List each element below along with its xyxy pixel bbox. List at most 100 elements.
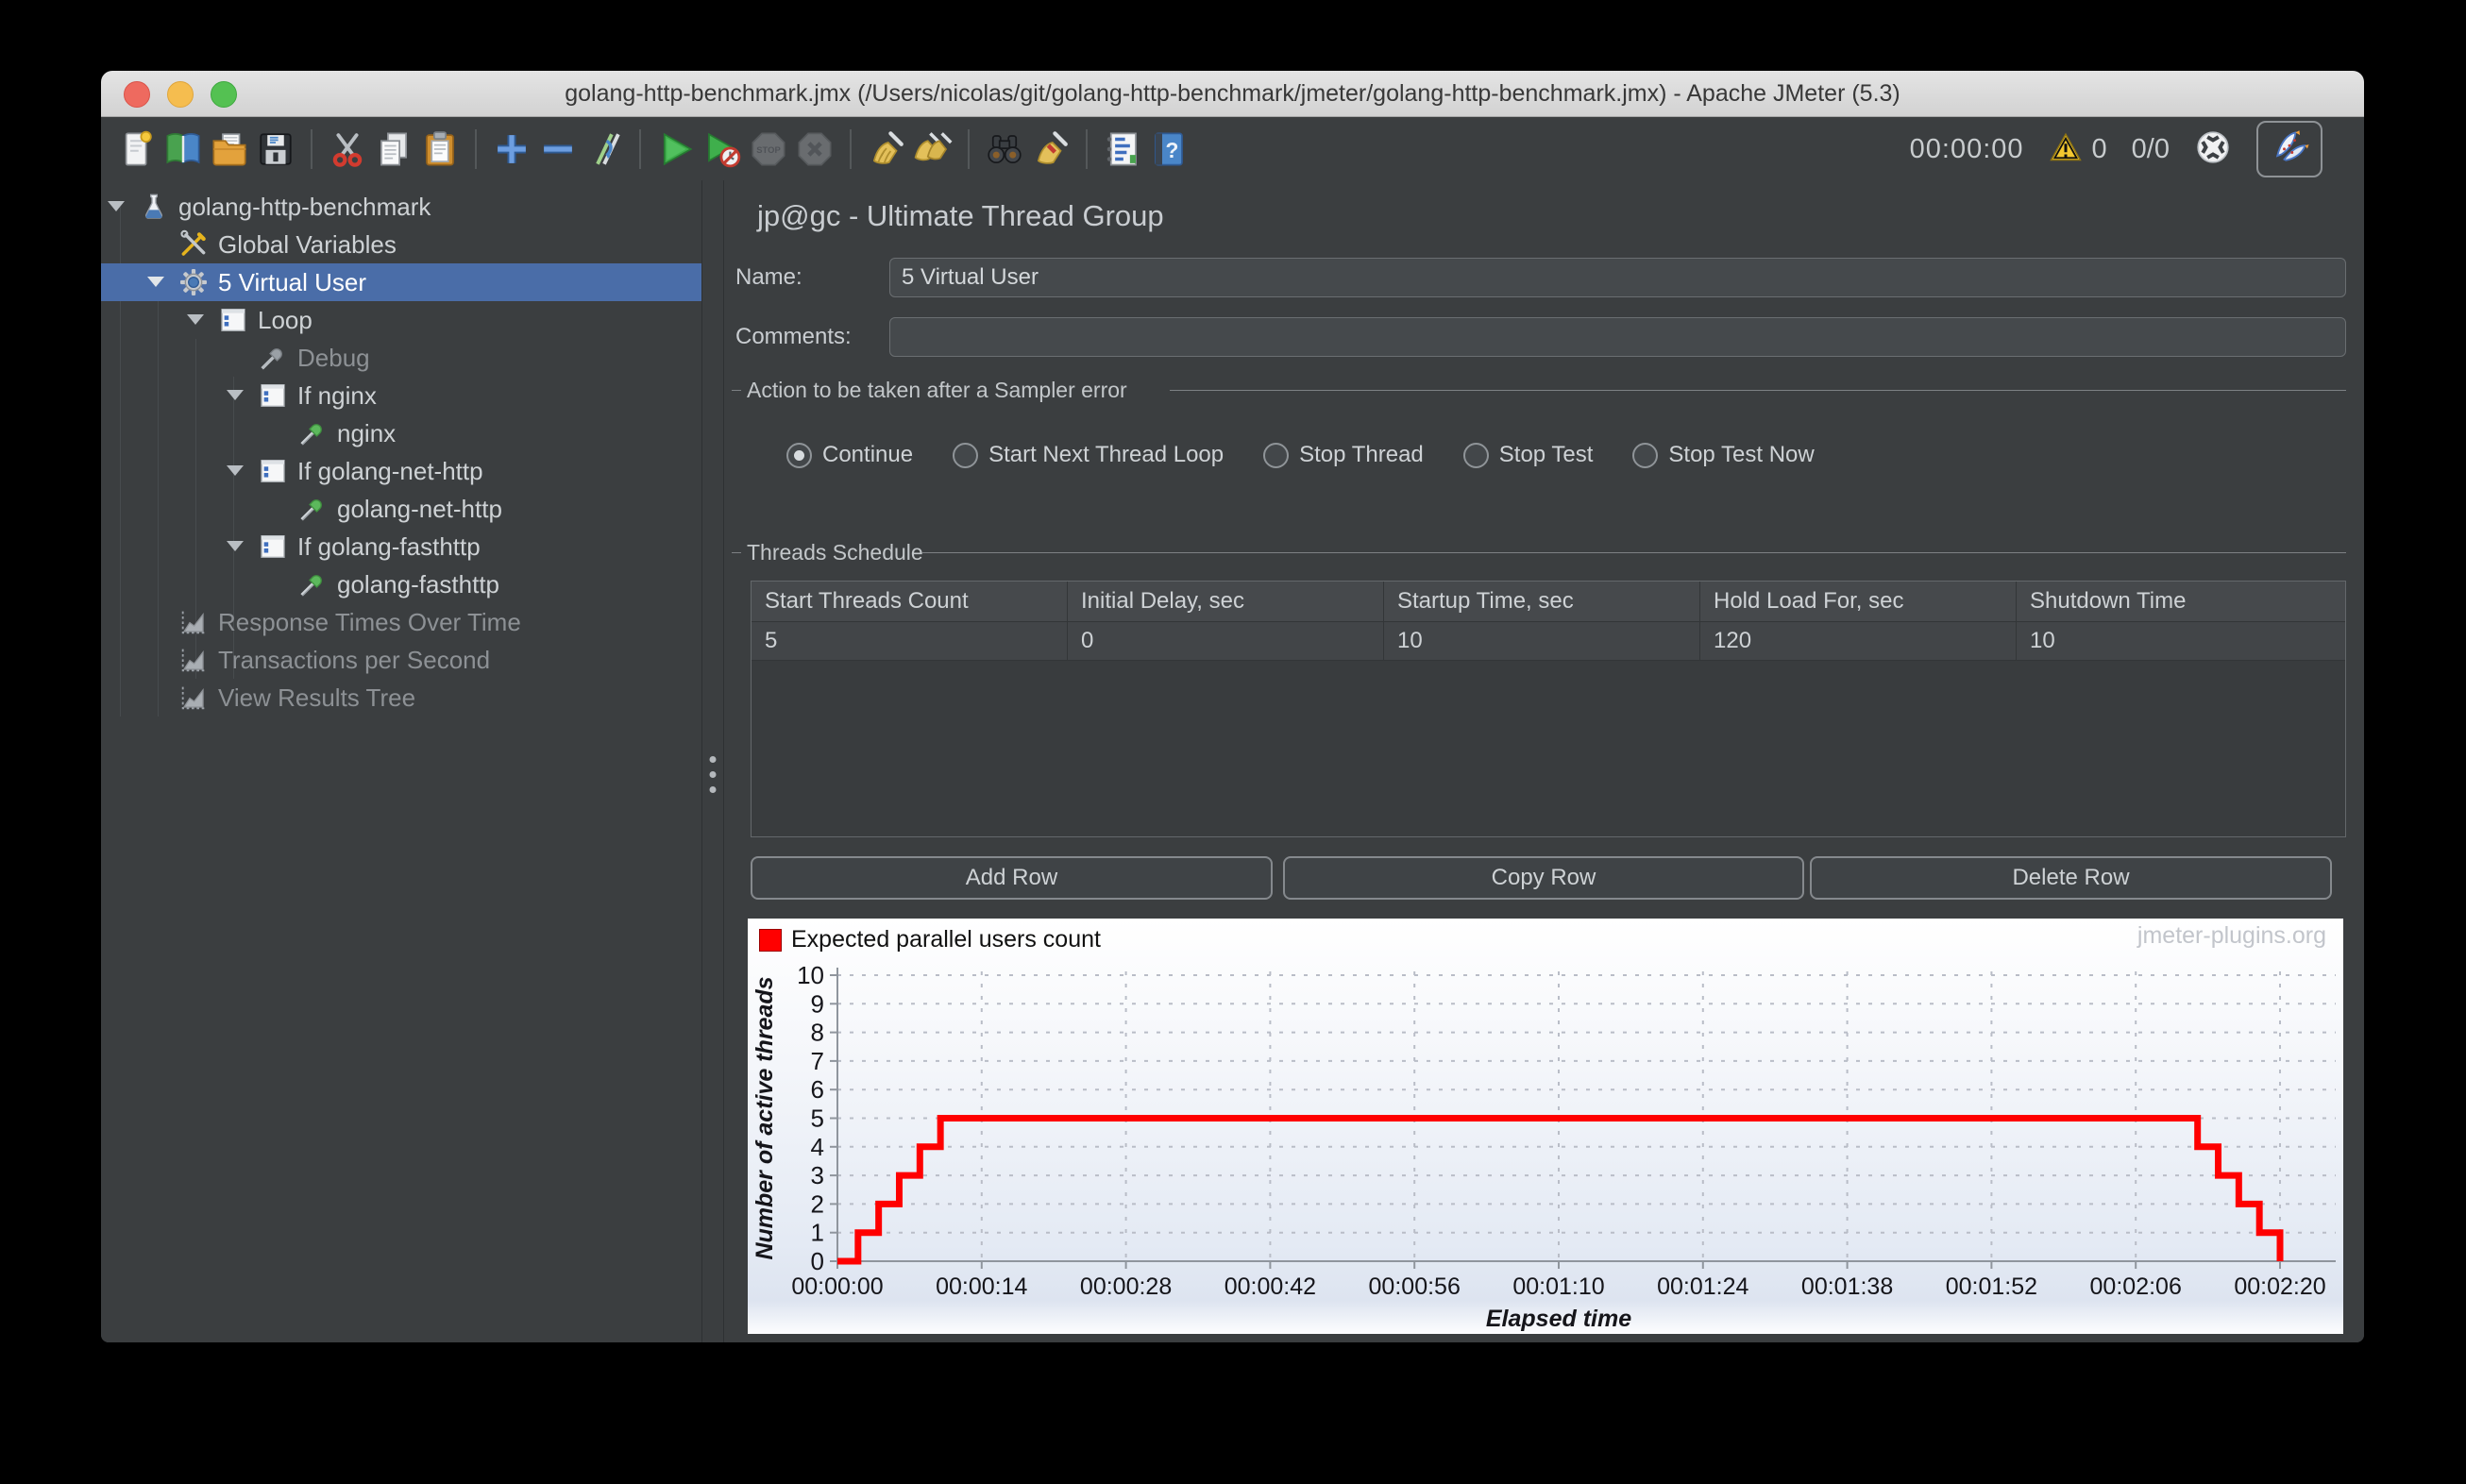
shutdown-icon[interactable] [794, 128, 836, 170]
tree-item-golang-fasthttp[interactable]: golang-fasthttp [101, 565, 701, 603]
svg-text:4: 4 [811, 1133, 824, 1161]
add-icon[interactable] [491, 128, 532, 170]
search-icon[interactable] [984, 128, 1025, 170]
delete-row-button[interactable]: Delete Row [1810, 856, 2332, 900]
tree-item-5-virtual-user[interactable]: 5 Virtual User [101, 263, 701, 301]
radio-circle-icon[interactable] [953, 442, 979, 468]
svg-text:7: 7 [811, 1047, 824, 1075]
sampler-gray-icon [258, 343, 288, 373]
splitter-handle-icon [709, 756, 717, 793]
svg-text:00:01:52: 00:01:52 [1946, 1273, 2037, 1300]
sampler-green-icon [297, 569, 328, 599]
radio-circle-icon[interactable] [786, 442, 812, 468]
log-warning[interactable]: > 0 [2049, 130, 2107, 169]
toggle-icon[interactable] [583, 128, 625, 170]
tree-item-golang-net-http[interactable]: golang-net-http [101, 490, 701, 528]
controller-icon [258, 380, 288, 411]
tree-item-golang-http-benchmark[interactable]: golang-http-benchmark [101, 188, 701, 226]
table-cell[interactable]: 10 [2017, 622, 2345, 660]
chart-icon [178, 645, 209, 675]
start-icon[interactable] [655, 128, 697, 170]
templates-icon[interactable] [162, 128, 204, 170]
copy-row-button[interactable]: Copy Row [1283, 856, 1804, 900]
chevron-down-icon[interactable] [227, 390, 244, 400]
radio-circle-icon[interactable] [1263, 442, 1290, 468]
table-row[interactable]: 5 0 10 120 10 [752, 622, 2345, 661]
radio-selected-dot [794, 449, 804, 461]
svg-text:9: 9 [811, 989, 824, 1018]
paste-icon[interactable] [419, 128, 461, 170]
toolkit-icon [178, 229, 209, 260]
column-header-shutdown-time[interactable]: Shutdown Time [2017, 582, 2345, 621]
radio-stop-test-now[interactable]: Stop Test Now [1632, 442, 1815, 468]
tree-item-label: golang-http-benchmark [178, 193, 431, 221]
svg-text:10: 10 [797, 961, 824, 989]
tree-item-debug[interactable]: Debug [101, 339, 701, 377]
radio-circle-icon[interactable] [1462, 442, 1489, 468]
radio-stop-thread[interactable]: Stop Thread [1263, 442, 1424, 468]
remote-sphere-icon[interactable] [2194, 128, 2232, 171]
toolbar-separator [968, 129, 970, 169]
radio-continue[interactable]: Continue [786, 442, 913, 468]
remove-icon[interactable] [537, 128, 579, 170]
threads-schedule-title: Threads Schedule [747, 540, 923, 565]
svg-text:00:00:14: 00:00:14 [936, 1273, 1027, 1300]
tree-item-loop[interactable]: Loop [101, 301, 701, 339]
radio-start-next-thread-loop[interactable]: Start Next Thread Loop [953, 442, 1224, 468]
sampler-error-title: Action to be taken after a Sampler error [747, 378, 1127, 402]
chevron-down-icon[interactable] [147, 277, 164, 287]
tree-item-if-golang-net-http[interactable]: If golang-net-http [101, 452, 701, 490]
tree-item-label: nginx [337, 419, 397, 447]
radio-circle-icon[interactable] [1632, 442, 1659, 468]
clear-icon[interactable] [866, 128, 907, 170]
svg-text:00:01:38: 00:01:38 [1801, 1273, 1893, 1300]
chevron-down-icon[interactable] [108, 201, 125, 211]
chevron-down-icon[interactable] [227, 541, 244, 551]
table-cell[interactable]: 0 [1068, 622, 1384, 660]
add-row-button[interactable]: Add Row [751, 856, 1273, 900]
stop-icon[interactable]: STOP [748, 128, 789, 170]
function-helper-icon[interactable] [1102, 128, 1143, 170]
tree-item-transactions-per-second[interactable]: Transactions per Second [101, 641, 701, 679]
column-header-start-threads-count[interactable]: Start Threads Count [752, 582, 1068, 621]
table-cell[interactable]: 10 [1384, 622, 1700, 660]
chevron-down-icon[interactable] [227, 465, 244, 476]
chevron-down-icon[interactable] [187, 314, 204, 325]
svg-text:3: 3 [811, 1161, 824, 1189]
search-reset-icon[interactable] [1030, 128, 1072, 170]
radio-stop-test[interactable]: Stop Test [1462, 442, 1593, 468]
sampler-green-icon [297, 494, 328, 524]
tree-item-nginx[interactable]: nginx [101, 414, 701, 452]
rabbit-button[interactable]: > [2256, 121, 2322, 177]
panel-splitter[interactable] [701, 180, 724, 1342]
save-icon[interactable] [255, 128, 296, 170]
tree-item-if-nginx[interactable]: If nginx [101, 377, 701, 414]
start-no-pauses-icon[interactable] [701, 128, 743, 170]
column-header-startup-time-sec[interactable]: Startup Time, sec [1384, 582, 1700, 621]
radio-label: Stop Test Now [1668, 442, 1815, 467]
chart-plot: 012345678910 00:00:00 00:00:14 00:00:28 00:0… [752, 961, 2336, 1332]
window-title: golang-http-benchmark.jmx (/Users/nicola… [565, 80, 1900, 107]
page-title: jp@gc - Ultimate Thread Group [757, 199, 1164, 232]
tree-item-if-golang-fasthttp[interactable]: If golang-fasthttp [101, 528, 701, 565]
help-icon[interactable]: ? [1148, 128, 1190, 170]
open-file-icon[interactable] [209, 128, 250, 170]
rabbit-icon: > [2269, 126, 2310, 173]
comments-input[interactable] [889, 317, 2346, 357]
cut-icon[interactable] [327, 128, 368, 170]
tree-item-view-results-tree[interactable]: View Results Tree [101, 679, 701, 717]
tree-item-label: Response Times Over Time [218, 608, 521, 636]
tree-item-global-variables[interactable]: Global Variables [101, 226, 701, 263]
radio-label: Stop Thread [1299, 442, 1424, 467]
table-cell[interactable]: 120 [1700, 622, 2017, 660]
svg-text:Elapsed time: Elapsed time [1486, 1306, 1631, 1332]
clear-all-icon[interactable] [912, 128, 954, 170]
name-input[interactable] [889, 258, 2346, 297]
column-header-hold-load-for-sec[interactable]: Hold Load For, sec [1700, 582, 2017, 621]
column-header-initial-delay-sec[interactable]: Initial Delay, sec [1068, 582, 1384, 621]
new-file-icon[interactable] [116, 128, 158, 170]
copy-icon[interactable] [373, 128, 414, 170]
warning-count: 0 [2091, 133, 2107, 164]
tree-item-response-times-over-time[interactable]: Response Times Over Time [101, 603, 701, 641]
table-cell[interactable]: 5 [752, 622, 1068, 660]
